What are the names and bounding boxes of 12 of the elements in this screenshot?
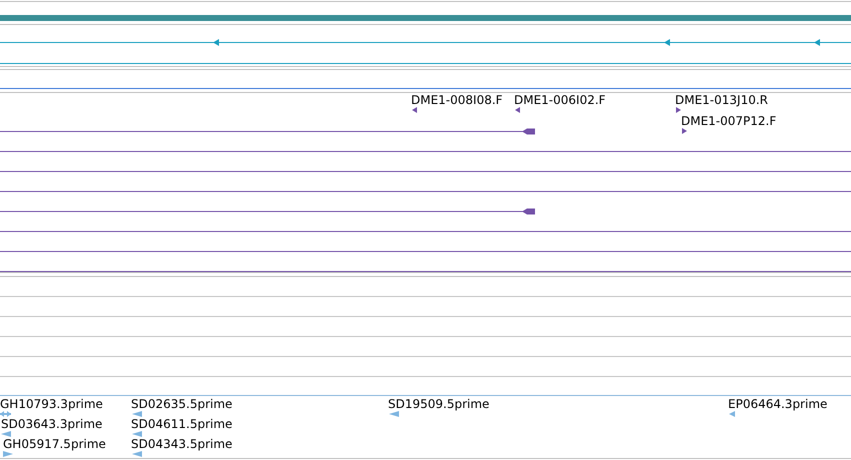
feature-label: DME1-013J10.R (675, 93, 768, 107)
feature-label: DME1-007P12.F (681, 114, 776, 128)
feature-label: SD04611.5prime (131, 417, 232, 431)
feature-label: SD19509.5prime (388, 397, 490, 411)
feature-label: SD02635.5prime (131, 397, 232, 411)
feature-label: SD04343.5prime (131, 437, 232, 451)
feature-label: SD03643.3prime (1, 417, 102, 431)
feature-label: EP06464.3prime (728, 397, 828, 411)
feature-label: GH10793.3prime (0, 397, 103, 411)
feature-label: DME1-008I08.F (411, 93, 503, 107)
feature-label: GH05917.5prime (3, 437, 106, 451)
feature-label: DME1-006I02.F (514, 93, 606, 107)
